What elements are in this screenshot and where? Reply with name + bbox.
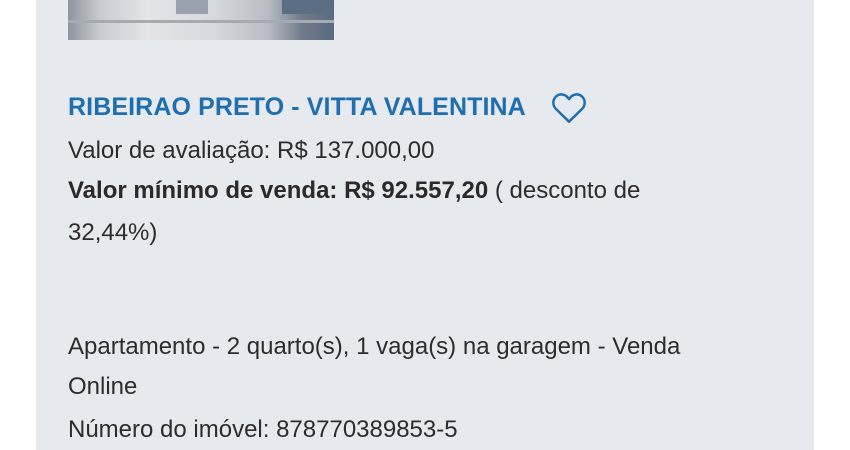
min-sale-label: Valor mínimo de venda: xyxy=(68,177,338,204)
description-line-2: Online xyxy=(68,373,138,400)
photo-ledge xyxy=(68,20,334,23)
listing-title-row: RIBEIRAO PRETO - VITTA VALENTINA xyxy=(68,88,588,126)
photo-window xyxy=(282,0,332,14)
discount-prefix: ( desconto de xyxy=(494,177,641,204)
property-photo[interactable] xyxy=(68,0,334,40)
min-sale-value: R$ 92.557,20 xyxy=(344,177,489,204)
listing-card: RIBEIRAO PRETO - VITTA VALENTINA Valor d… xyxy=(36,0,814,450)
property-number: Número do imóvel: 878770389853-5 xyxy=(68,416,458,443)
discount-value: 32,44%) xyxy=(68,219,158,246)
photo-window xyxy=(176,0,208,14)
valuation-text: Valor de avaliação: R$ 137.000,00 xyxy=(68,137,435,164)
description-line-1: Apartamento - 2 quarto(s), 1 vaga(s) na … xyxy=(68,333,681,360)
heart-outline-icon[interactable] xyxy=(550,90,588,124)
listing-title[interactable]: RIBEIRAO PRETO - VITTA VALENTINA xyxy=(68,88,526,126)
min-sale-line: Valor mínimo de venda: R$ 92.557,20 ( de… xyxy=(68,172,640,210)
